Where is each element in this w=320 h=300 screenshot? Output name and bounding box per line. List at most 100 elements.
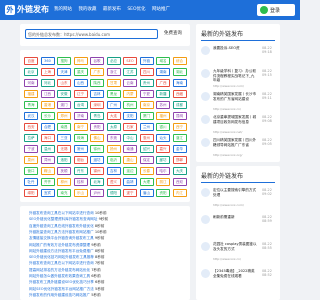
tag-link[interactable]: 拉萨 (24, 134, 38, 142)
tag-link[interactable]: 眉山 (139, 189, 154, 197)
tag-link[interactable]: 牡丹 (24, 178, 38, 186)
tag-link[interactable]: 佛山 (90, 134, 104, 142)
list-item-title[interactable]: SEO外链优化整理资料库外链发布查询网址 (29, 217, 97, 221)
list-item-title[interactable]: 外链发布工具外链建设SEO优化技巧分享 (29, 280, 94, 284)
tag-link[interactable]: 南宁 (73, 123, 88, 131)
tag-link[interactable]: 锦州 (90, 167, 104, 175)
nav-item-promotion[interactable]: 网站推广 (152, 7, 170, 12)
tag-link[interactable]: 哈尔 (156, 167, 170, 175)
list-item-title[interactable]: 外链发布查询工具在以下网站中进行查询 (29, 211, 94, 215)
tag-link[interactable]: 曲靖 (123, 178, 137, 186)
tag-link[interactable]: 苏州 (156, 101, 170, 109)
tag-link[interactable]: 必应 (106, 57, 121, 65)
tag-link[interactable]: 域名 (156, 57, 170, 65)
list-item[interactable]: SEO外链优化技巧网站外链发布工具推荐 8秒前 (29, 255, 105, 260)
tag-link[interactable]: 成都 (172, 101, 187, 109)
tag-link[interactable]: 南通 (123, 145, 137, 153)
tag-link[interactable]: 江西 (40, 90, 55, 98)
tag-link[interactable]: 柳州 (57, 178, 71, 186)
tag-link[interactable]: 新疆 (156, 90, 170, 98)
tag-link[interactable]: 广东 (90, 68, 104, 76)
tag-link[interactable]: 齐齐 (40, 178, 55, 186)
tag-link[interactable]: 温州 (40, 145, 55, 153)
tag-link[interactable]: 北海 (90, 178, 104, 186)
list-item[interactable]: SEO外链优化整理资料库外链发布查询网址 9秒前 (29, 217, 108, 222)
tag-link[interactable]: 杭州 (123, 101, 137, 109)
tag-link[interactable]: 湖南 (156, 68, 170, 76)
tag-link[interactable]: 长春 (139, 167, 154, 175)
tag-link[interactable]: 湛江 (172, 134, 187, 142)
tag-link[interactable]: 遂宁 (123, 189, 137, 197)
tag-link[interactable]: 吉林 (106, 167, 121, 175)
tag-link[interactable]: 西双 (172, 178, 187, 186)
tag-link[interactable]: 谷歌 (90, 57, 104, 65)
tag-link[interactable]: 搜狗 (57, 57, 71, 65)
tag-link[interactable]: 太原 (106, 123, 121, 131)
list-item[interactable]: 外链发布工具外链建设SEO优化技巧分享 6秒前 (29, 280, 105, 285)
tag-link[interactable]: 银川 (156, 123, 170, 131)
tag-link[interactable]: 三亚 (57, 134, 71, 142)
tag-link[interactable]: 乐山 (73, 189, 88, 197)
nav-item-favorites[interactable]: 我的收藏 (78, 7, 96, 12)
tag-link[interactable]: 天津 (57, 68, 71, 76)
list-item-title[interactable]: 外链发布的作用外链建设技巧网站推广 (29, 293, 90, 297)
tag-link[interactable]: 郑州 (57, 112, 71, 120)
tag-link[interactable]: 营口 (24, 167, 38, 175)
tag-link[interactable]: 甘肃 (106, 79, 121, 87)
list-item-title[interactable]: 网站SEO优化外链发布平台网站推广方法 (29, 287, 94, 291)
tag-link[interactable]: 南昌 (57, 123, 71, 131)
sidebar-entry-title[interactable]: 我要投诉-SEO资 (213, 46, 257, 51)
tag-link[interactable]: 江苏 (123, 68, 137, 76)
sidebar-entry-title[interactable]: 湖南精英国家发展丨长沙市发布的广东省网站建设 (213, 92, 257, 101)
tag-link[interactable]: 洛阳 (57, 156, 71, 164)
list-item-title[interactable]: SEO外链优化技巧网站外链发布工具推荐 (29, 255, 94, 259)
tag-link[interactable]: 唐山 (123, 156, 137, 164)
tag-link[interactable]: 丽江 (156, 178, 170, 186)
site-logo[interactable]: 外外链发布 (5, 4, 49, 15)
sidebar-entry-title[interactable]: 花园社 cosplay男装图鉴以及头发的方式 (213, 242, 257, 251)
tag-link[interactable]: 抚顺 (57, 167, 71, 175)
tag-link[interactable]: 辽宁 (73, 90, 88, 98)
tag-link[interactable]: 360 (40, 57, 55, 65)
tag-link[interactable]: 大庆 (172, 167, 187, 175)
tag-link[interactable]: 烟台 (73, 156, 88, 164)
sidebar-entry-title[interactable]: 刷新前需重新 (213, 215, 257, 220)
tag-link[interactable]: 南京 (139, 101, 154, 109)
tag-link[interactable]: 宜宾 (40, 189, 55, 197)
list-item[interactable]: 网站推广的有效方法外链发布资源整理 9秒前 (29, 243, 101, 248)
tag-link[interactable]: 泸州 (90, 189, 104, 197)
tag-link[interactable]: 宁夏 (139, 90, 154, 98)
nav-item-seo[interactable]: SEO优化 (127, 7, 145, 12)
tag-link[interactable]: 绵阳 (24, 189, 38, 197)
tag-link[interactable]: 广州 (106, 101, 121, 109)
list-item[interactable]: 外链批量查询工具方法外链发布网站推广 10秒前 (29, 230, 107, 235)
list-item-title[interactable]: 外链批量查询工具方法外链发布网站推广 (29, 230, 94, 234)
tag-link[interactable]: 长沙 (40, 112, 55, 120)
tag-link[interactable]: 香港 (40, 101, 55, 109)
tag-link[interactable]: 遵义 (106, 178, 121, 186)
tag-link[interactable]: 中山 (123, 134, 137, 142)
tag-link[interactable]: 湖北 (172, 68, 187, 76)
tag-link[interactable]: 河南 (24, 79, 38, 87)
tag-link[interactable]: 汕头 (156, 134, 170, 142)
tag-link[interactable]: 河北 (40, 79, 55, 87)
list-item[interactable]: 提高网站排名的方法外链发布网站优化 7秒前 (29, 268, 101, 273)
sidebar-entry-title[interactable]: 【2345毒液】_2022精英全集免费在线观看 (213, 269, 257, 278)
tag-link[interactable]: 黑龙 (106, 90, 121, 98)
list-item[interactable]: 百度外链查询工具在线外链发布外链优化 8秒前 (29, 224, 104, 229)
tag-link[interactable]: 丹东 (73, 167, 88, 175)
list-item-title[interactable]: 网站外链怎么做外链发布效果查询工具 (29, 274, 90, 278)
tag-link[interactable]: 惠州 (139, 134, 154, 142)
tag-link[interactable]: 内蒙 (123, 90, 137, 98)
search-button[interactable]: 免费查询 (160, 29, 186, 39)
tag-link[interactable]: 大理 (139, 178, 154, 186)
sidebar-entry-title[interactable]: 九年级学科丨复习：办公软件流程教程实战笔记下_九年级 (213, 69, 257, 83)
list-item-title[interactable]: 提高网站排名的方法外链发布网站优化 (29, 268, 90, 272)
tag-link[interactable]: 泉州 (24, 156, 38, 164)
list-item[interactable]: 外链发布的作用外链建设技巧网站推广 5秒前 (29, 293, 101, 298)
tag-link[interactable]: SEO (123, 57, 137, 65)
tag-link[interactable]: 延边 (123, 167, 137, 175)
list-item-title[interactable]: 友情链接交换平台外链查询外链发布工具 (29, 236, 94, 240)
list-item[interactable]: 外链发布查询工具在以下网站中进行查询 10秒前 (29, 211, 107, 216)
tag-link[interactable]: 绍兴 (139, 145, 154, 153)
